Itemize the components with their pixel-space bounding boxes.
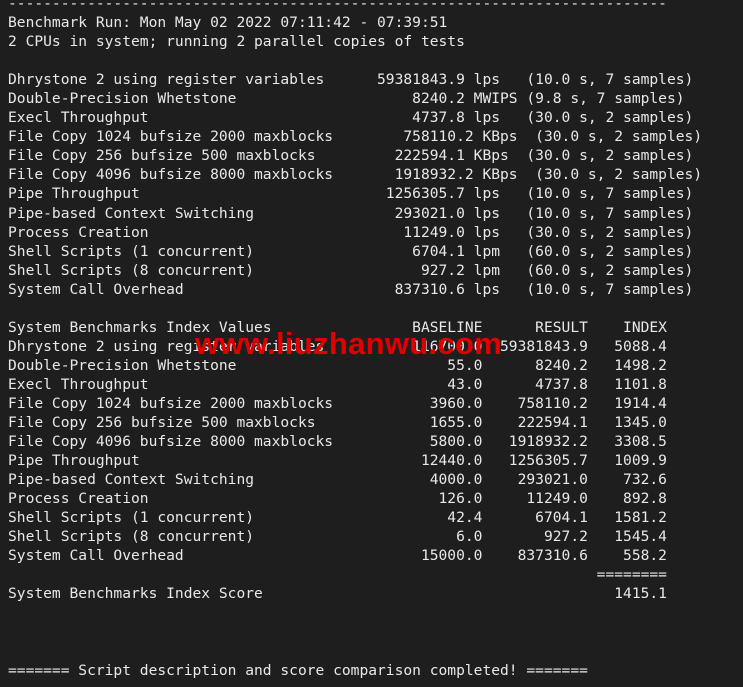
- index-row: Process Creation 126.0 11249.0 892.8: [8, 490, 667, 508]
- index-row: Dhrystone 2 using register variables 116…: [8, 337, 667, 355]
- completion-footer: ======= Script description and score com…: [8, 661, 588, 679]
- result-row: Process Creation 11249.0 lps (30.0 s, 2 …: [8, 223, 694, 241]
- result-row: Shell Scripts (1 concurrent) 6704.1 lpm …: [8, 242, 694, 260]
- result-row: Execl Throughput 4737.8 lps (30.0 s, 2 s…: [8, 109, 694, 127]
- separator-line: ----------------------------------------…: [8, 0, 667, 12]
- result-row: File Copy 4096 bufsize 8000 maxblocks 19…: [8, 166, 703, 184]
- index-row: Pipe Throughput 12440.0 1256305.7 1009.9: [8, 452, 667, 470]
- index-row: Pipe-based Context Switching 4000.0 2930…: [8, 471, 667, 489]
- index-separator: ========: [8, 566, 667, 584]
- result-row: Shell Scripts (8 concurrent) 927.2 lpm (…: [8, 261, 694, 279]
- cpu-info-line: 2 CPUs in system; running 2 parallel cop…: [8, 33, 465, 51]
- result-row: Dhrystone 2 using register variables 593…: [8, 71, 694, 89]
- index-row: File Copy 256 bufsize 500 maxblocks 1655…: [8, 414, 667, 432]
- result-row: Double-Precision Whetstone 8240.2 MWIPS …: [8, 90, 685, 108]
- index-row: System Call Overhead 15000.0 837310.6 55…: [8, 547, 667, 565]
- index-row: File Copy 4096 bufsize 8000 maxblocks 58…: [8, 433, 667, 451]
- index-row: Double-Precision Whetstone 55.0 8240.2 1…: [8, 356, 667, 374]
- index-row: Shell Scripts (8 concurrent) 6.0 927.2 1…: [8, 528, 667, 546]
- result-row: Pipe-based Context Switching 293021.0 lp…: [8, 204, 694, 222]
- index-table-header: System Benchmarks Index Values BASELINE …: [8, 318, 667, 336]
- index-table-rows: Dhrystone 2 using register variables 116…: [8, 337, 702, 566]
- index-row: Execl Throughput 43.0 4737.8 1101.8: [8, 375, 667, 393]
- index-row: File Copy 1024 bufsize 2000 maxblocks 39…: [8, 394, 667, 412]
- index-score-line: System Benchmarks Index Score 1415.1: [8, 585, 667, 603]
- result-row: System Call Overhead 837310.6 lps (10.0 …: [8, 280, 694, 298]
- result-row: File Copy 1024 bufsize 2000 maxblocks 75…: [8, 128, 703, 146]
- terminal-output: ----------------------------------------…: [8, 0, 702, 680]
- results-list: Dhrystone 2 using register variables 593…: [8, 70, 702, 299]
- index-row: Shell Scripts (1 concurrent) 42.4 6704.1…: [8, 509, 667, 527]
- result-row: Pipe Throughput 1256305.7 lps (10.0 s, 7…: [8, 185, 694, 203]
- benchmark-run-line: Benchmark Run: Mon May 02 2022 07:11:42 …: [8, 14, 448, 32]
- result-row: File Copy 256 bufsize 500 maxblocks 2225…: [8, 147, 694, 165]
